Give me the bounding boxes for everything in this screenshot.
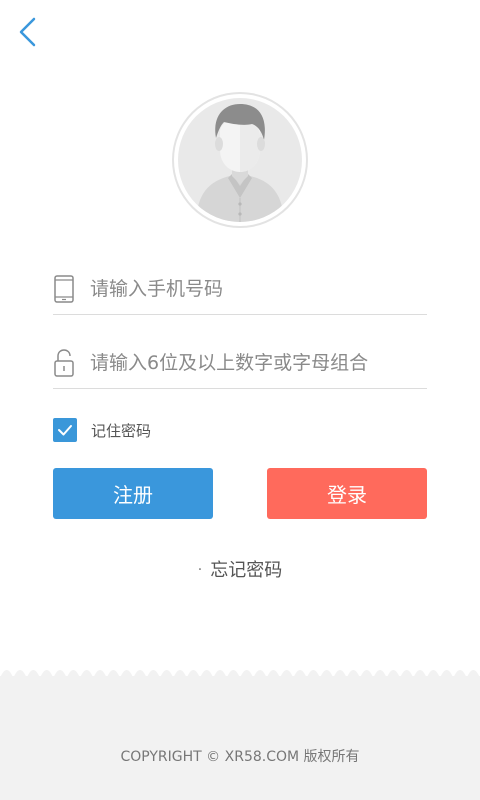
forgot-password-label: 忘记密码 [210,560,283,581]
register-button[interactable]: 注册 [53,468,213,519]
password-field-row [53,338,427,389]
checkbox-checked[interactable] [53,418,77,442]
scalloped-edge [0,670,480,678]
checkmark-icon [58,425,72,436]
unlock-icon [53,348,75,378]
avatar[interactable] [174,94,306,226]
footer: COPYRIGHT © XR58.COM 版权所有 [0,670,480,800]
bullet-dot: · [197,562,203,578]
back-button[interactable] [14,14,48,50]
login-button[interactable]: 登录 [267,468,427,519]
password-input[interactable] [90,346,420,380]
copyright-text: COPYRIGHT © XR58.COM 版权所有 [120,749,360,765]
register-button-label: 注册 [113,483,153,507]
remember-password-toggle[interactable]: 记住密码 [53,418,151,442]
phone-field-row [53,264,427,315]
remember-password-label: 记住密码 [91,421,152,440]
phone-input[interactable] [90,272,420,306]
login-button-label: 登录 [327,483,367,507]
forgot-password-link[interactable]: · 忘记密码 [0,556,480,582]
mobile-phone-icon [53,274,75,304]
default-user-avatar-icon [178,98,302,222]
chevron-left-icon [19,17,36,47]
